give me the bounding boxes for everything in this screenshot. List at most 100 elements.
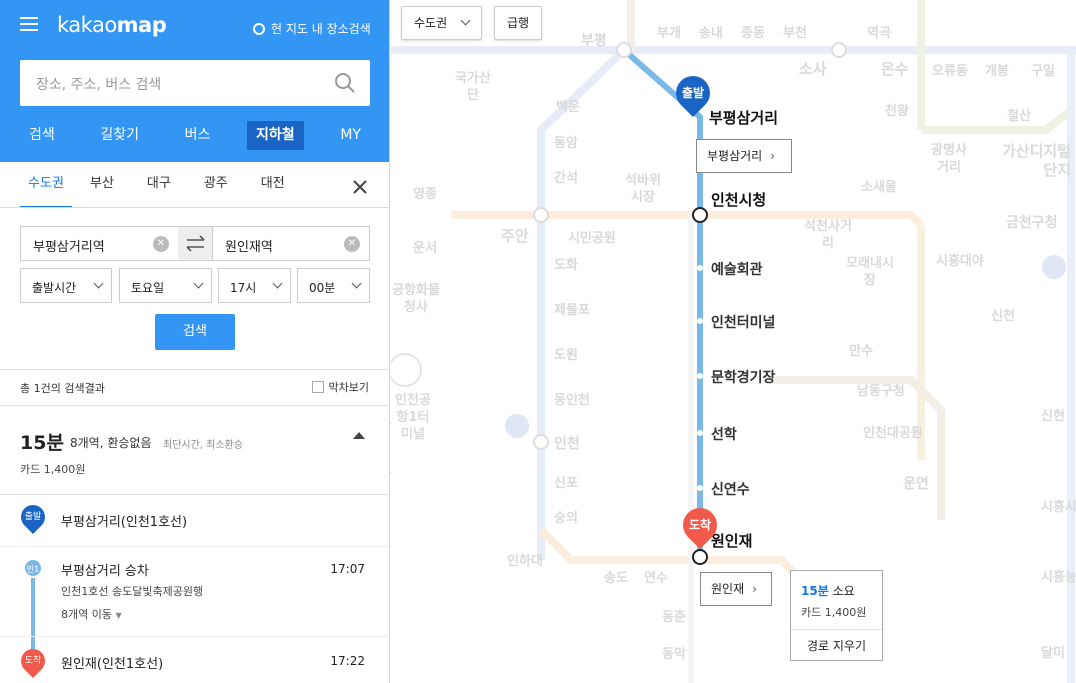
- nav-my[interactable]: MY: [331, 121, 370, 150]
- station-label[interactable]: 부평삼거리: [709, 107, 778, 128]
- nearby-search-toggle[interactable]: 현 지도 내 장소검색: [253, 20, 371, 37]
- divider: [0, 405, 389, 406]
- search-input[interactable]: 장소, 주소, 버스 검색: [36, 74, 161, 94]
- from-value: 부평삼거리역: [33, 240, 105, 255]
- map-label: 시민공원: [568, 231, 616, 246]
- end-pin-label: 도착: [688, 518, 712, 532]
- from-field[interactable]: 부평삼거리역 ✕: [20, 226, 179, 261]
- end-badge: 도착: [24, 656, 42, 666]
- clear-to-icon[interactable]: ✕: [344, 236, 360, 252]
- collapse-up-icon[interactable]: [353, 432, 365, 439]
- tab-capital[interactable]: 수도권: [20, 172, 72, 208]
- station-label[interactable]: 문학경기장: [711, 367, 775, 387]
- popup-fare: 카드 1,400원: [801, 606, 867, 619]
- map-label: 연수: [644, 571, 668, 586]
- map[interactable]: 부평 부개 송내 중동 부천 역곡 소사 온수 오류동 개봉 구일 천왕 철산 …: [391, 0, 1076, 683]
- station-label[interactable]: 인천시청: [711, 189, 766, 210]
- search-icon[interactable]: [334, 72, 356, 94]
- search-button[interactable]: 검색: [155, 314, 235, 350]
- chevron-down-icon: [272, 278, 283, 289]
- board-line: 인천1호선 송도달빛축제공원행: [61, 585, 204, 598]
- region-select[interactable]: 수도권: [401, 6, 482, 40]
- map-label: 주안: [501, 227, 529, 245]
- chevron-down-icon: [460, 15, 471, 26]
- map-label: 부개: [657, 26, 681, 41]
- popup-time-value: 15분: [801, 584, 829, 598]
- menu-icon[interactable]: [20, 17, 38, 31]
- express-button[interactable]: 급행: [494, 6, 543, 40]
- tab-busan[interactable]: 부산: [90, 172, 114, 208]
- tab-gwangju[interactable]: 광주: [204, 172, 228, 208]
- map-label: 부평: [581, 33, 607, 49]
- map-label: 영종: [413, 187, 437, 202]
- depart-type-select[interactable]: 출발시간: [20, 268, 112, 303]
- map-label: 온수: [881, 60, 909, 78]
- chevron-right-icon: ›: [752, 582, 757, 596]
- last-train-checkbox[interactable]: 막차보기: [311, 379, 369, 395]
- end-map-pin-icon[interactable]: 도착: [675, 500, 725, 550]
- map-label: 개봉: [985, 64, 1009, 79]
- result-time[interactable]: 15분: [20, 428, 64, 455]
- map-label: 부천: [783, 26, 807, 41]
- line-badge-icon: 인1: [23, 558, 43, 578]
- clear-route-button[interactable]: 경로 지우기: [791, 637, 882, 654]
- tab-daejeon[interactable]: 대전: [261, 172, 285, 208]
- main-nav: 검색 길찾기 버스 지하철 MY: [20, 121, 370, 150]
- divider: [0, 207, 389, 208]
- hour-select[interactable]: 17시: [218, 268, 291, 303]
- tab-daegu[interactable]: 대구: [147, 172, 171, 208]
- map-label: 송도: [604, 571, 628, 586]
- map-label: 역곡: [867, 26, 891, 41]
- divider: [0, 369, 389, 370]
- end-station-tooltip[interactable]: 원인재 ›: [700, 572, 772, 606]
- search-box[interactable]: 장소, 주소, 버스 검색: [20, 60, 370, 106]
- station-label[interactable]: 원인재: [711, 530, 752, 551]
- map-label: 간석: [554, 171, 578, 186]
- station-label[interactable]: 선학: [711, 424, 737, 444]
- route-popup: 15분 소요 카드 1,400원 경로 지우기: [790, 570, 883, 661]
- day-value: 토요일: [131, 281, 165, 295]
- map-label: 시흥대야: [936, 254, 984, 269]
- day-select[interactable]: 토요일: [119, 268, 212, 303]
- map-label: 남동구청: [857, 384, 905, 399]
- nav-search[interactable]: 검색: [20, 121, 64, 150]
- start-badge: 출발: [24, 512, 42, 522]
- map-label: 신포: [554, 476, 578, 491]
- map-label: 인천공항1터미널: [395, 393, 431, 442]
- logo-light: kakao: [57, 13, 117, 37]
- minute-select[interactable]: 00분: [297, 268, 370, 303]
- nav-directions[interactable]: 길찾기: [91, 121, 148, 150]
- end-station[interactable]: 원인재(인천1호선): [61, 653, 163, 672]
- start-map-pin-icon[interactable]: 출발: [668, 68, 718, 118]
- divider: [791, 629, 882, 630]
- close-icon[interactable]: [353, 180, 367, 194]
- map-label: 도원: [554, 348, 578, 363]
- minute-value: 00분: [309, 281, 336, 295]
- stops-toggle[interactable]: 8개역 이동 ▼: [61, 606, 122, 622]
- swap-button[interactable]: [178, 226, 213, 261]
- start-station-tooltip[interactable]: 부평삼거리 ›: [696, 139, 792, 173]
- nav-subway[interactable]: 지하철: [247, 121, 304, 150]
- logo[interactable]: kakaomap: [57, 13, 167, 37]
- start-pin-label: 출발: [681, 86, 705, 100]
- map-label: 소사: [799, 60, 827, 78]
- start-station[interactable]: 부평삼거리(인천1호선): [61, 511, 187, 530]
- nav-bus[interactable]: 버스: [176, 121, 220, 150]
- board-station: 부평삼거리 승차: [61, 564, 149, 579]
- map-label: 국가산단: [455, 71, 491, 103]
- map-label: 천왕: [885, 104, 909, 119]
- map-label: 금천구청: [1006, 215, 1058, 231]
- checkbox-icon: [311, 381, 324, 393]
- clear-from-icon[interactable]: ✕: [153, 236, 169, 252]
- station-label[interactable]: 인천터미널: [711, 312, 775, 332]
- map-label: 백운: [556, 100, 580, 115]
- map-label: 도화: [554, 258, 578, 273]
- result-count: 총 1건의 검색결과: [20, 382, 105, 395]
- station-label[interactable]: 신연수: [711, 479, 750, 499]
- map-label: 인천: [554, 436, 580, 452]
- divider: [0, 494, 389, 495]
- to-field[interactable]: 원인재역 ✕: [212, 226, 370, 261]
- last-train-label: 막차보기: [328, 381, 369, 394]
- station-label[interactable]: 예술회관: [711, 259, 763, 279]
- end-time: 17:22: [330, 654, 365, 668]
